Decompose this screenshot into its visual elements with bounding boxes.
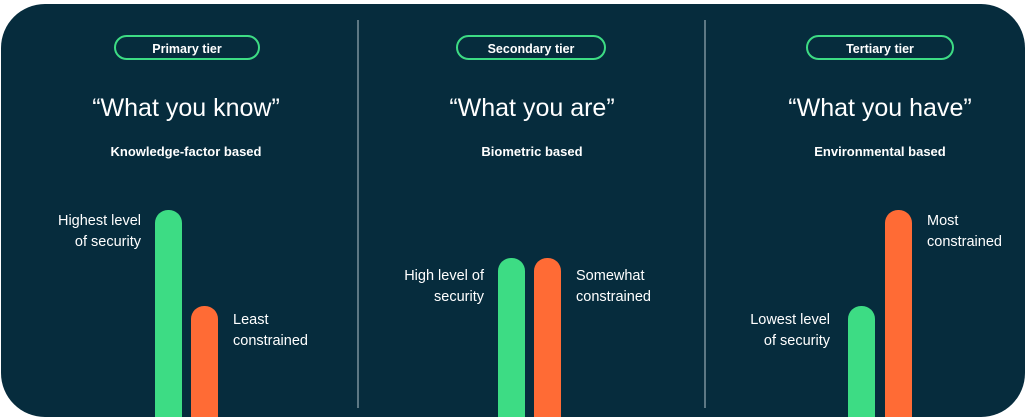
tier-tertiary: Tertiary tier “What you have” Environmen… <box>710 4 1025 417</box>
security-label-line1: Lowest level <box>750 312 830 328</box>
constraint-label-line1: Least <box>233 312 269 328</box>
constraint-label-line2: constrained <box>233 333 308 349</box>
constraint-label: Least constrained <box>233 310 353 352</box>
tier-quote: “What you know” <box>92 94 280 122</box>
security-bar <box>498 258 525 417</box>
tier-quote: “What you have” <box>788 94 972 122</box>
security-label-line2: of security <box>74 234 141 250</box>
tier-subtitle: Biometric based <box>481 144 583 159</box>
tier-quote: “What you are” <box>449 94 615 122</box>
security-bar <box>848 306 875 417</box>
tier-pill: Tertiary tier <box>806 35 954 60</box>
security-label: Highest level of security <box>16 211 141 253</box>
security-label-line1: High level of <box>404 268 484 284</box>
constraint-label-line2: constrained <box>576 289 651 305</box>
constraint-label-line1: Most <box>927 213 959 229</box>
constraint-label: Most constrained <box>927 211 1025 253</box>
divider-1 <box>357 20 359 408</box>
constraint-label-line1: Somewhat <box>576 268 645 284</box>
constraint-bar <box>885 210 912 417</box>
tiers-panel: Primary tier “What you know” Knowledge-f… <box>1 4 1025 417</box>
security-label: High level of security <box>362 266 484 308</box>
divider-2 <box>704 20 706 408</box>
constraint-label: Somewhat constrained <box>576 266 700 308</box>
security-label: Lowest level of security <box>710 310 830 352</box>
tier-pill: Primary tier <box>114 35 260 60</box>
security-label-line2: security <box>434 289 484 305</box>
tier-subtitle: Environmental based <box>814 144 946 159</box>
tier-pill: Secondary tier <box>456 35 606 60</box>
security-label-line2: of security <box>763 333 830 349</box>
constraint-label-line2: constrained <box>927 234 1002 250</box>
constraint-bar <box>534 258 561 417</box>
tier-secondary: Secondary tier “What you are” Biometric … <box>362 4 702 417</box>
security-bar <box>155 210 182 417</box>
security-label-line1: Highest level <box>57 213 141 229</box>
tier-primary: Primary tier “What you know” Knowledge-f… <box>16 4 356 417</box>
tier-subtitle: Knowledge-factor based <box>110 144 262 159</box>
constraint-bar <box>191 306 218 417</box>
